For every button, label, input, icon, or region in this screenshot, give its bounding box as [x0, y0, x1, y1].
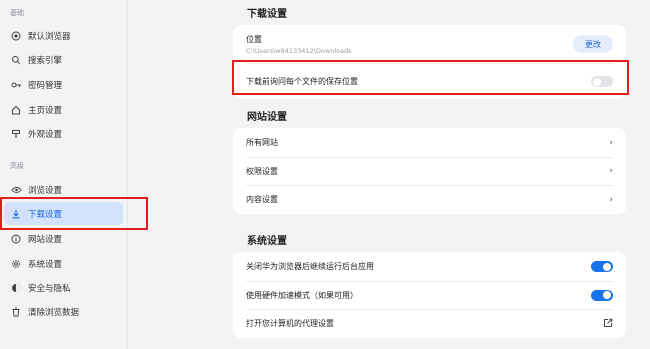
download-location-label: 位置	[246, 34, 262, 44]
sidebar-item-label: 默认浏览器	[28, 31, 71, 42]
eye-icon	[4, 186, 28, 194]
sidebar-item-label: 主页设置	[28, 105, 63, 116]
sidebar-highlight-box	[0, 197, 148, 230]
content-settings-row[interactable]: 内容设置 ›	[233, 185, 626, 214]
change-location-button[interactable]: 更改	[573, 35, 613, 53]
sidebar-item-homepage[interactable]: 主页设置	[4, 98, 123, 121]
section-basic-label: 基础	[10, 9, 24, 17]
background-apps-toggle[interactable]	[591, 261, 613, 272]
trash-icon	[4, 307, 28, 317]
sidebar-item-passwords[interactable]: 密码管理	[4, 73, 123, 96]
background-apps-row: 关闭华为浏览器后继续运行后台应用	[233, 252, 626, 281]
chevron-right-icon: ›	[609, 194, 613, 205]
download-location-row: 位置 C:\Users\w84133412\Downloads 更改	[233, 25, 626, 63]
appearance-icon	[4, 129, 28, 139]
sidebar-item-appearance[interactable]: 外观设置	[4, 122, 123, 145]
sidebar-item-default-browser[interactable]: 默认浏览器	[4, 24, 123, 47]
sidebar-item-label: 网站设置	[28, 234, 63, 245]
search-icon	[4, 55, 28, 65]
system-section-title: 系统设置	[247, 236, 287, 247]
permissions-label: 权限设置	[246, 166, 278, 176]
background-apps-label: 关闭华为浏览器后继续运行后台应用	[246, 262, 374, 271]
settings-sidebar: 基础 默认浏览器 搜索引擎 密码管理 主页设置 外观设置 高级 浏览设置 下载设…	[0, 0, 128, 349]
chevron-right-icon: ›	[609, 166, 613, 176]
sidebar-item-label: 系统设置	[28, 259, 63, 270]
toggle-knob	[603, 291, 611, 299]
download-location-path: C:\Users\w84133412\Downloads	[246, 46, 352, 55]
default-browser-icon	[4, 31, 28, 41]
proxy-settings-row[interactable]: 打开您计算机的代理设置	[233, 309, 626, 338]
all-sites-row[interactable]: 所有网站 ›	[233, 128, 626, 157]
key-icon	[4, 80, 28, 90]
system-settings-card: 关闭华为浏览器后继续运行后台应用 使用硬件加速模式（如果可用） 打开您计算机的代…	[233, 252, 626, 338]
content-settings-label: 内容设置	[246, 195, 278, 204]
sidebar-item-label: 浏览设置	[28, 185, 63, 196]
home-icon	[4, 105, 28, 115]
site-settings-card: 所有网站 › 权限设置 › 内容设置 ›	[233, 128, 626, 214]
site-section-title: 网站设置	[247, 112, 287, 123]
section-advanced-label: 高级	[10, 162, 24, 170]
hardware-accel-label: 使用硬件加速模式（如果可用）	[246, 290, 358, 300]
sidebar-item-label: 清除浏览数据	[28, 307, 80, 318]
toggle-knob	[603, 262, 611, 271]
external-link-icon	[603, 318, 613, 330]
hardware-accel-row: 使用硬件加速模式（如果可用）	[233, 281, 626, 309]
sidebar-item-label: 外观设置	[28, 129, 63, 140]
chevron-right-icon: ›	[609, 137, 613, 148]
sidebar-item-search-engine[interactable]: 搜索引擎	[4, 48, 123, 71]
proxy-settings-label: 打开您计算机的代理设置	[246, 319, 334, 328]
sidebar-item-label: 密码管理	[28, 80, 63, 91]
sidebar-item-security-privacy[interactable]: 安全与隐私	[4, 276, 123, 299]
sidebar-item-label: 搜索引擎	[28, 55, 63, 66]
ask-row-highlight-box	[232, 60, 629, 95]
sidebar-item-site-settings[interactable]: 网站设置	[4, 227, 123, 250]
sidebar-item-label: 安全与隐私	[28, 283, 71, 294]
sidebar-item-clear-data[interactable]: 清除浏览数据	[4, 300, 123, 323]
all-sites-label: 所有网站	[246, 138, 278, 147]
shield-icon	[4, 283, 28, 293]
gear-icon	[4, 259, 28, 269]
download-section-title: 下载设置	[247, 9, 287, 20]
hardware-accel-toggle[interactable]	[591, 289, 613, 301]
sidebar-item-system[interactable]: 系统设置	[4, 252, 123, 275]
info-icon	[4, 234, 28, 244]
permissions-row[interactable]: 权限设置 ›	[233, 157, 626, 185]
